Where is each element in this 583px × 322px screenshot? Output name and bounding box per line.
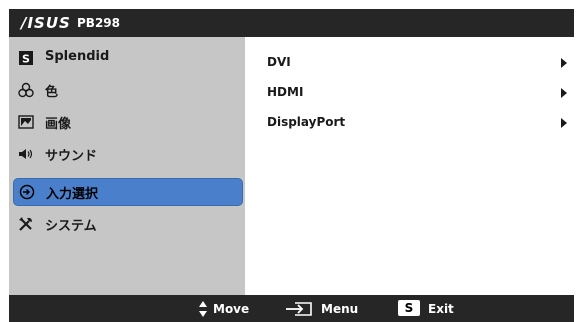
exit-key-icon: S: [398, 300, 420, 316]
menu-item-label: サウンド: [45, 149, 98, 164]
color-icon: [18, 82, 34, 98]
menu-item-image[interactable]: 画像: [13, 109, 241, 135]
arrow-right-icon: [561, 118, 567, 128]
up-down-arrows-icon: [199, 301, 207, 317]
exit-hint-label: Exit: [428, 302, 454, 316]
image-icon: [18, 115, 34, 129]
menu-item-system[interactable]: システム: [13, 211, 241, 237]
monitor-osd: /ISUS PB298 S Splendid 色 画像 サウンド 入力選択 シス…: [0, 0, 583, 322]
menu-item-input-select[interactable]: 入力選択: [13, 178, 243, 206]
submenu-panel: DVI HDMI DisplayPort: [245, 37, 574, 295]
menu-item-label: システム: [45, 219, 97, 234]
osd-footer: Move Menu S Exit: [9, 295, 574, 322]
arrow-right-icon: [561, 58, 567, 68]
osd-header: /ISUS PB298: [9, 9, 574, 37]
brand-logo: /ISUS: [21, 14, 71, 32]
submenu-item-dvi[interactable]: DVI: [267, 52, 567, 74]
submenu-item-label: DisplayPort: [267, 115, 346, 129]
model-name: PB298: [77, 16, 120, 30]
menu-item-label: 色: [45, 85, 59, 100]
main-menu: S Splendid 色 画像 サウンド 入力選択 システム: [9, 37, 245, 295]
submenu-item-label: DVI: [267, 55, 291, 69]
menu-item-splendid[interactable]: S Splendid: [13, 45, 241, 71]
system-setup-icon: [19, 217, 32, 231]
move-hint-label: Move: [213, 302, 250, 316]
menu-item-label: 入力選択: [46, 187, 99, 202]
arrow-right-icon: [561, 88, 567, 98]
submenu-item-hdmi[interactable]: HDMI: [267, 82, 567, 104]
svg-text:S: S: [22, 53, 30, 66]
menu-hint-label: Menu: [321, 302, 359, 316]
enter-icon: [286, 302, 312, 316]
menu-item-label: Splendid: [45, 49, 110, 64]
splendid-icon: S: [19, 51, 33, 66]
submenu-item-label: HDMI: [267, 85, 304, 99]
submenu-item-displayport[interactable]: DisplayPort: [267, 112, 567, 134]
menu-item-color[interactable]: 色: [13, 77, 241, 103]
menu-item-label: 画像: [45, 117, 72, 132]
sound-icon: [19, 149, 33, 159]
menu-item-sound[interactable]: サウンド: [13, 141, 241, 167]
input-select-icon: [19, 184, 35, 200]
